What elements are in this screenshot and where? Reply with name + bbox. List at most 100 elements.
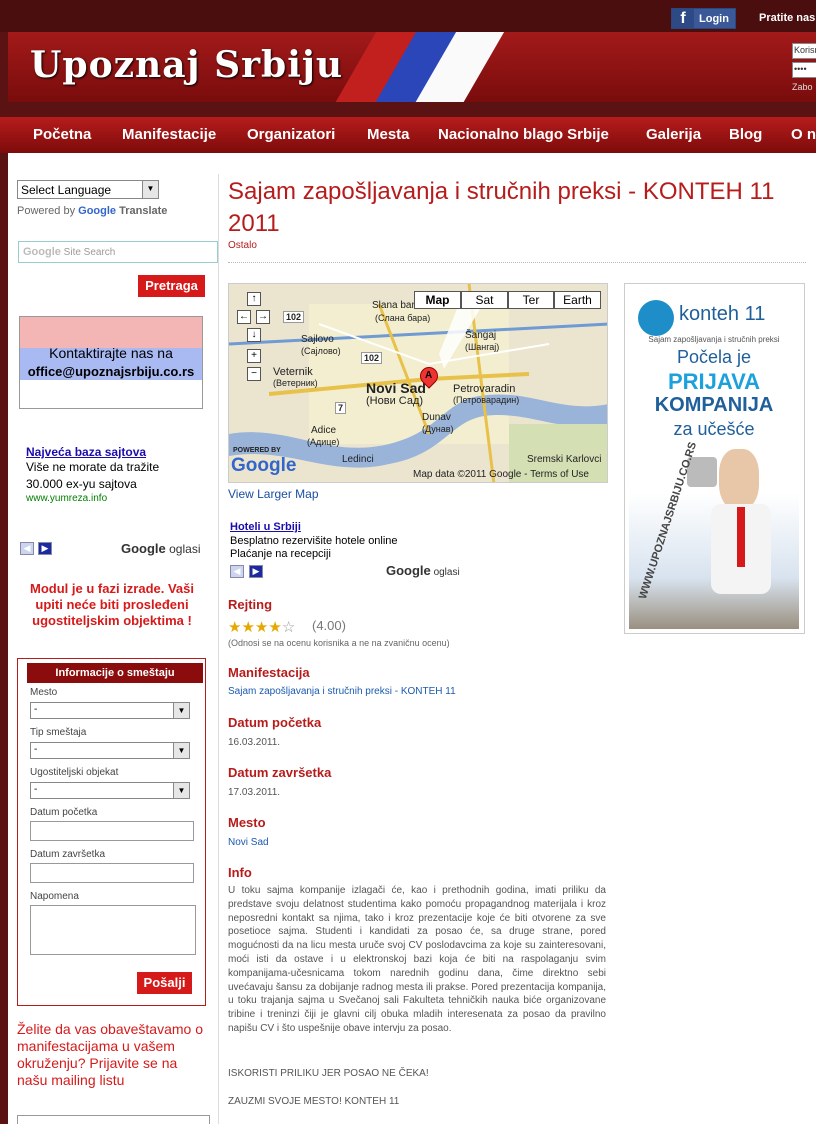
banner-logo-text: konteh 11 [679,303,766,325]
ad-prev-button[interactable]: ◀ [230,565,244,578]
search-placeholder: Site Search [63,247,116,258]
rating-note: (Odnosi se na ocenu korisnika a ne na zv… [228,638,450,648]
ad-next-button[interactable]: ▶ [249,565,263,578]
pan-right-icon[interactable]: → [256,310,270,324]
map-label-novi-sad-cyr: (Нови Сад) [366,395,424,407]
map-label-novi-sad: Novi Sad [366,380,426,396]
rating-heading: Rejting [228,597,273,612]
pan-up-icon[interactable]: ↑ [247,292,261,306]
nav-item-blog[interactable]: Blog [729,126,762,143]
map-data-credit[interactable]: Map data ©2011 Google - Terms of Use [413,469,589,480]
nav-item-galerija[interactable]: Galerija [646,126,701,143]
manifestacija-heading: Manifestacija [228,665,310,680]
map-label-ledinci: Ledinci [342,454,374,465]
nav-item-organizatori[interactable]: Organizatori [247,126,335,143]
pan-down-icon[interactable]: ↓ [247,328,261,342]
map-powered-by: POWERED BY [233,447,281,454]
banner-line2: PRIJAVA [667,369,761,394]
ad-line: Više ne morate da tražite [26,460,160,474]
hotel-ad-line: Besplatno rezervišite hotele online [230,535,398,547]
konteh-banner-image: konteh 11 Sajam zapošljavanja i stručnih… [629,289,799,629]
map-label-adice: Adice [311,425,337,436]
info-heading: Info [228,865,252,880]
site-search-input[interactable]: Google Site Search [18,241,218,263]
map-type-earth[interactable]: Earth [554,291,601,309]
star-icon[interactable]: ★ [255,619,268,636]
search-button[interactable]: Pretraga [138,275,205,297]
ad-next-button[interactable]: ▶ [38,542,52,555]
contact-text: Kontaktirajte nas na [49,345,173,361]
module-warning: Modul je u fazi izrade. Vaši upiti neće … [30,581,194,628]
datum-pocetka-input[interactable] [30,821,194,841]
map-type-sat[interactable]: Sat [461,291,508,309]
mailing-list-link[interactable]: Želite da vas obaveštavamo o manifestaci… [17,1021,207,1089]
map-label-sremski-karlovci: Sremski Karlovci [527,454,602,465]
follow-us-label: Pratite nas [759,12,816,24]
map-type-map[interactable]: Map [414,291,461,309]
map-label-petrovaradin-cyr: (Петроварадин) [453,395,520,405]
map-label-veternik: Veternik [273,366,313,378]
datum-zavrsetka-label: Datum završetka [30,849,106,860]
password-input[interactable]: •••• [792,62,816,78]
nav-item-manifestacije[interactable]: Manifestacije [122,126,216,143]
map-label-sajlovo: Sajlovo [301,334,334,345]
star-empty-icon[interactable]: ☆ [282,619,295,636]
napomena-label: Napomena [30,891,79,902]
chevron-down-icon: ▼ [173,743,189,758]
google-map[interactable]: 102 102 7 Slana bara (Слана бара) Šangaj… [228,283,608,483]
ad-line: 30.000 ex-yu sajtova [26,477,137,491]
chevron-down-icon: ▼ [173,703,189,718]
zoom-out-icon[interactable]: − [247,367,261,381]
pan-left-icon[interactable]: ← [237,310,251,324]
language-select[interactable]: Select Language ▼ [17,180,159,199]
site-title[interactable]: Upoznaj Srbiju [30,44,343,86]
star-icon[interactable]: ★ [268,619,281,636]
tip-smestaja-label: Tip smeštaja [30,727,87,738]
datum-zavrsetka-heading: Datum završetka [228,765,332,780]
contact-email[interactable]: office@upoznajsrbiju.co.rs [19,364,203,379]
zoom-in-icon[interactable]: + [247,349,261,363]
nav-item-pocetna[interactable]: Početna [33,126,91,143]
datum-pocetka-label: Datum početka [30,807,98,818]
star-icon[interactable]: ★ [228,619,241,636]
username-input[interactable]: Korisn [792,43,816,59]
mesto-link[interactable]: Novi Sad [228,837,269,848]
powered-by-label: Powered by [17,205,76,217]
map-type-ter[interactable]: Ter [508,291,554,309]
map-label-sajlovo-cyr: (Сајлово) [301,346,341,356]
view-larger-map-link[interactable]: View Larger Map [228,487,319,501]
banner-line4: za učešće [673,419,755,439]
category-link[interactable]: Ostalo [228,240,257,251]
ugostiteljski-objekat-select[interactable]: - ▼ [30,782,190,799]
info-extra: ZAUZMI SVOJE MESTO! KONTEH 11 [228,1096,400,1107]
google-logo: Google [78,205,117,217]
hotel-ad-link[interactable]: Hoteli u Srbiji [230,521,301,533]
nav-item-mesta[interactable]: Mesta [367,126,410,143]
google-ads-label[interactable]: Google oglasi [386,563,460,578]
facebook-login-button[interactable]: f Login [671,8,736,29]
map-label-petrovaradin: Petrovaradin [453,383,516,395]
map-label-sangaj: Šangaj [465,330,497,341]
mesto-select[interactable]: - ▼ [30,702,190,719]
send-button[interactable]: Pošalji [137,972,192,994]
tip-smestaja-select[interactable]: - ▼ [30,742,190,759]
ad-title-link[interactable]: Najveća baza sajtova [26,445,146,459]
star-icon[interactable]: ★ [241,619,254,636]
page-title: Sajam zapošljavanja i stručnih preksi - … [228,178,775,237]
login-label: Login [699,13,729,25]
accommodation-info-heading: Informacije o smeštaju [27,663,203,683]
map-label-sangaj-cyr: (Шангај) [465,342,500,352]
manifestacija-link[interactable]: Sajam zapošljavanja i stručnih preksi - … [228,686,456,697]
ad-url[interactable]: www.yumreza.info [26,493,107,504]
nav-item-nacionalno-blago[interactable]: Nacionalno blago Srbije [438,126,609,143]
datum-zavrsetka-input[interactable] [30,863,194,883]
google-ads-label[interactable]: Google oglasi [121,541,200,556]
ad-prev-button[interactable]: ◀ [20,542,34,555]
mesto-heading: Mesto [228,815,266,830]
map-label-dunav: Dunav [422,412,451,423]
nav-item-o-nama[interactable]: O n [791,126,816,143]
rating-stars[interactable]: ★★★★☆ [228,618,295,636]
banner-vertical-url: WWW.UPOZNAJSRBIJU.CO.RS [636,440,700,601]
napomena-textarea[interactable] [30,905,196,955]
forgot-password-link[interactable]: Zabo [792,82,813,92]
